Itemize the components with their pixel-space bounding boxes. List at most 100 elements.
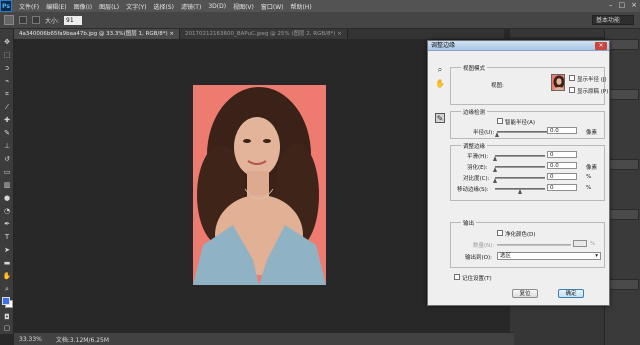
shift-edge-unit: % [586,185,592,191]
path-select-tool-icon[interactable]: ➤ [2,245,12,255]
brush-subtract-icon[interactable] [32,16,40,24]
menu-window[interactable]: 窗口(W) [261,2,284,11]
contrast-slider[interactable] [495,177,545,179]
contrast-unit: % [586,174,592,180]
radius-label: 半径(U): [473,130,495,136]
decontaminate-checkbox[interactable] [497,230,503,236]
smart-radius-label: 智能半径(A) [505,120,536,126]
panel-tab[interactable] [607,209,639,220]
tools-panel: ✥ ⬚ ↄ ⌁ ⌗ ⁄ ✚ ✎ ⊥ ↺ ▭ ▥ ● ◔ ✒ T ➤ ▬ ✋ ⌕ … [0,29,14,334]
menu-3d[interactable]: 3D(D) [208,3,226,10]
remember-settings-checkbox[interactable] [454,274,460,280]
document-size: 文档:3.12M/6.25M [55,336,110,344]
pen-tool-icon[interactable]: ✒ [2,219,12,229]
contrast-input[interactable]: 0 [547,173,577,180]
screen-mode-icon[interactable]: ▢ [2,323,12,333]
size-input[interactable]: 91 [64,15,83,25]
dodge-tool-icon[interactable]: ◔ [2,206,12,216]
contrast-slider-handle[interactable] [493,178,497,183]
menu-bar: Ps 文件(F) 编辑(E) 图像(I) 图层(L) 文字(Y) 选择(S) 滤… [0,0,640,12]
foreground-color-swatch[interactable] [2,297,10,305]
blur-tool-icon[interactable]: ● [2,193,12,203]
quick-mask-icon[interactable]: ◘ [2,312,12,322]
menu-type[interactable]: 文字(Y) [126,2,146,11]
radius-slider-handle[interactable] [495,132,499,137]
portrait-photo[interactable] [193,85,326,285]
menu-file[interactable]: 文件(F) [19,2,39,11]
radius-input[interactable]: 0.0 [547,127,577,134]
zoom-tool-icon[interactable]: ⌕ [435,65,445,75]
show-radius-checkbox[interactable] [569,75,575,81]
amount-slider[interactable] [497,244,571,246]
tab-document-2[interactable]: 20170212163600_BAPuC.jpeg @ 25% (图层 2, R… [179,29,348,39]
window-controls: – □ × [609,1,637,9]
brush-tool-icon[interactable]: ✎ [2,128,12,138]
menu-edit[interactable]: 编辑(E) [46,2,66,11]
feather-slider-handle[interactable] [493,167,497,172]
shift-edge-slider-handle[interactable] [518,189,522,194]
workspace-select[interactable]: 基本功能 [592,15,634,25]
adjust-edge-title: 调整边缘 [461,142,488,150]
view-mode-thumbnail[interactable] [551,74,565,91]
minimize-button[interactable]: – [609,1,613,9]
amount-label: 数量(N): [473,243,495,249]
amount-unit: % [590,241,596,247]
gradient-tool-icon[interactable]: ▥ [2,180,12,190]
show-original-checkbox[interactable] [569,87,575,93]
panel-tab[interactable] [607,159,639,170]
hand-tool-icon[interactable]: ✋ [435,79,445,89]
menu-view[interactable]: 视图(V) [233,2,254,11]
marquee-tool-icon[interactable]: ⬚ [2,50,12,60]
tab-document-1[interactable]: 4a340006b65fa9baa47b.jpg @ 33.3%(图层 1, R… [14,29,180,39]
menu-select[interactable]: 选择(S) [153,2,174,11]
quick-select-tool-icon[interactable]: ⌁ [2,76,12,86]
adjust-edge-group: 调整边缘 平滑(H): 0 羽化(E): 0.0 像素 对比度(C): 0 % … [450,142,605,201]
zoom-tool-icon[interactable]: ⌕ [2,284,12,294]
feather-slider[interactable] [495,166,545,168]
document-tabs: 4a340006b65fa9baa47b.jpg @ 33.3%(图层 1, R… [14,29,504,39]
clone-stamp-tool-icon[interactable]: ⊥ [2,141,12,151]
eyedropper-tool-icon[interactable]: ⁄ [2,102,12,112]
photoshop-logo: Ps [0,0,12,12]
remember-settings-label: 记住设置(T) [462,276,492,282]
dialog-close-button[interactable]: × [595,42,607,50]
brush-add-icon[interactable] [19,16,27,24]
hand-tool-icon[interactable]: ✋ [2,271,12,281]
maximize-button[interactable]: □ [619,1,626,9]
menu-layer[interactable]: 图层(L) [99,2,119,11]
panel-tab[interactable] [607,279,639,290]
shift-edge-input[interactable]: 0 [547,184,577,191]
eraser-tool-icon[interactable]: ▭ [2,167,12,177]
tool-preset-picker[interactable] [4,15,14,25]
thumbnail-portrait [552,75,564,90]
shape-tool-icon[interactable]: ▬ [2,258,12,268]
crop-tool-icon[interactable]: ⌗ [2,89,12,99]
output-to-select[interactable]: 选区 ▾ [497,252,601,260]
healing-brush-tool-icon[interactable]: ✚ [2,115,12,125]
refine-radius-tool-icon[interactable]: ✎ [435,113,445,123]
feather-unit: 像素 [586,165,598,171]
reset-button[interactable]: 复位 [512,289,538,298]
edge-detection-group: 边缘检测 智能半径(A) 半径(U): 0.0 像素 [450,108,605,139]
close-window-button[interactable]: × [631,1,637,9]
menu-filter[interactable]: 滤镜(T) [181,2,201,11]
refine-edge-dialog: 调整边缘 × ⌕ ✋ ✎ 视图模式 视图: 显示半径 (J) 显示原稿 (P) … [427,40,610,306]
panel-tab[interactable] [607,39,639,50]
smooth-slider-handle[interactable] [493,156,497,161]
view-mode-group: 视图模式 视图: 显示半径 (J) 显示原稿 (P) [450,64,608,105]
zoom-level[interactable]: 33.33% [19,336,42,343]
move-tool-icon[interactable]: ✥ [2,37,12,47]
menu-image[interactable]: 图像(I) [74,2,92,11]
feather-input[interactable]: 0.0 [547,162,577,169]
history-brush-tool-icon[interactable]: ↺ [2,154,12,164]
lasso-tool-icon[interactable]: ↄ [2,63,12,73]
panel-tab[interactable] [607,89,639,100]
ok-button[interactable]: 确定 [558,289,584,298]
smooth-input[interactable]: 0 [547,151,577,158]
smooth-slider[interactable] [495,155,545,157]
smart-radius-checkbox[interactable] [497,118,503,124]
show-radius-label: 显示半径 (J) [577,77,607,83]
menu-help[interactable]: 帮助(H) [291,2,312,11]
amount-input[interactable] [573,240,587,247]
type-tool-icon[interactable]: T [2,232,12,242]
